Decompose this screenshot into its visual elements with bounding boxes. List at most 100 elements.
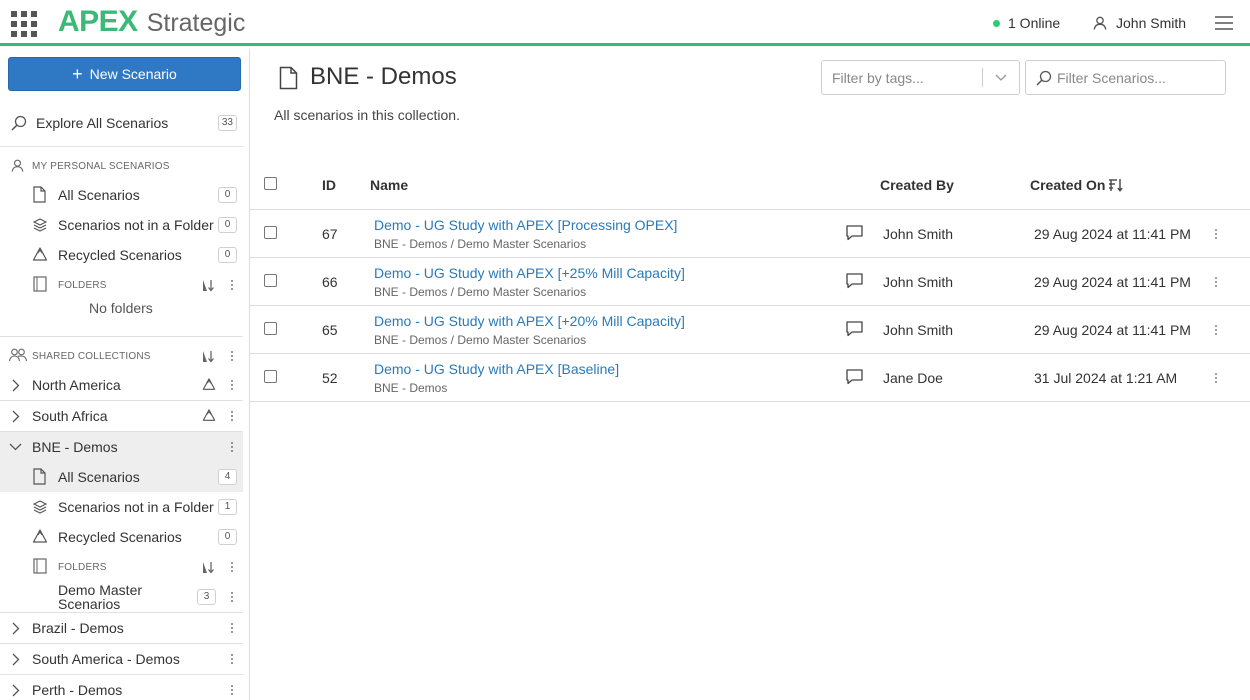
select-all-checkbox[interactable] bbox=[264, 177, 277, 190]
page-title: BNE - Demos bbox=[310, 63, 457, 90]
explore-label: Explore All Scenarios bbox=[36, 115, 169, 131]
explore-all-scenarios[interactable]: Explore All Scenarios 33 bbox=[0, 111, 243, 135]
row-menu-icon[interactable] bbox=[1213, 275, 1219, 289]
bne-recycled[interactable]: Recycled Scenarios 0 bbox=[0, 526, 243, 548]
row-checkbox[interactable] bbox=[264, 322, 277, 335]
comment-icon[interactable] bbox=[846, 369, 863, 385]
bne-all-scenarios[interactable]: All Scenarios 4 bbox=[0, 462, 243, 492]
recycle-icon bbox=[202, 378, 216, 390]
sort-icon[interactable] bbox=[201, 560, 215, 574]
comment-icon[interactable] bbox=[846, 321, 863, 337]
shared-section-header: SHARED COLLECTIONS bbox=[0, 347, 243, 365]
more-options-icon[interactable] bbox=[229, 440, 235, 454]
collection-south-africa[interactable]: South Africa bbox=[0, 405, 243, 427]
personal-recycled[interactable]: Recycled Scenarios 0 bbox=[0, 244, 243, 266]
divider bbox=[0, 146, 243, 147]
chevron-down-icon[interactable] bbox=[9, 442, 22, 451]
collection-label: Perth - Demos bbox=[32, 682, 123, 698]
explore-count: 33 bbox=[217, 115, 237, 131]
collection-south-america-demos[interactable]: South America - Demos bbox=[0, 648, 243, 670]
tag-filter-select[interactable]: Filter by tags... bbox=[821, 60, 1020, 95]
scenario-link[interactable]: Demo - UG Study with APEX [+20% Mill Cap… bbox=[374, 313, 685, 329]
chevron-right-icon[interactable] bbox=[11, 379, 20, 392]
hamburger-menu-icon[interactable] bbox=[1215, 15, 1233, 31]
more-options-icon[interactable] bbox=[229, 621, 235, 635]
personal-recycled-count: 0 bbox=[218, 247, 237, 263]
chevron-right-icon[interactable] bbox=[11, 684, 20, 697]
collection-label: South Africa bbox=[32, 408, 108, 424]
user-menu[interactable]: John Smith bbox=[1093, 15, 1186, 31]
personal-all-scenarios[interactable]: All Scenarios 0 bbox=[0, 184, 243, 206]
plus-icon: + bbox=[72, 64, 83, 84]
personal-not-in-folder[interactable]: Scenarios not in a Folder 0 bbox=[0, 214, 243, 236]
row-checkbox[interactable] bbox=[264, 370, 277, 383]
top-bar: APEX Strategic 1 Online John Smith bbox=[0, 0, 1250, 46]
bne-all-label: All Scenarios bbox=[58, 469, 140, 485]
row-created-by: John Smith bbox=[883, 274, 954, 290]
recycle-icon bbox=[32, 247, 48, 261]
more-options-icon[interactable] bbox=[229, 590, 235, 604]
column-id[interactable]: ID bbox=[322, 177, 336, 193]
row-menu-icon[interactable] bbox=[1213, 323, 1219, 337]
table-row[interactable]: 65 Demo - UG Study with APEX [+20% Mill … bbox=[250, 306, 1250, 354]
row-menu-icon[interactable] bbox=[1213, 371, 1219, 385]
online-count: 1 Online bbox=[1008, 15, 1061, 31]
sort-descending-icon[interactable] bbox=[1108, 178, 1123, 192]
brand-logo[interactable]: APEX Strategic bbox=[58, 5, 245, 41]
row-id: 67 bbox=[322, 226, 338, 242]
more-options-icon[interactable] bbox=[229, 409, 235, 423]
personal-not-in-folder-count: 0 bbox=[218, 217, 237, 233]
row-created-on: 31 Jul 2024 at 1:21 AM bbox=[1034, 370, 1178, 386]
sort-icon[interactable] bbox=[201, 278, 215, 292]
scenario-link[interactable]: Demo - UG Study with APEX [Processing OP… bbox=[374, 217, 677, 233]
table-row[interactable]: 67 Demo - UG Study with APEX [Processing… bbox=[250, 210, 1250, 258]
folder-demo-master-scenarios[interactable]: Demo Master Scenarios 3 bbox=[0, 582, 243, 612]
more-options-icon[interactable] bbox=[229, 652, 235, 666]
chevron-right-icon[interactable] bbox=[11, 622, 20, 635]
collection-brazil-demos[interactable]: Brazil - Demos bbox=[0, 617, 243, 639]
more-options-icon[interactable] bbox=[229, 278, 235, 292]
personal-heading: MY PERSONAL SCENARIOS bbox=[32, 160, 170, 172]
search-input[interactable] bbox=[1057, 69, 1217, 86]
column-name[interactable]: Name bbox=[370, 177, 408, 193]
tag-filter-placeholder: Filter by tags... bbox=[832, 69, 924, 86]
sort-icon[interactable] bbox=[201, 349, 215, 363]
new-scenario-button[interactable]: + New Scenario bbox=[8, 57, 241, 91]
scenario-link[interactable]: Demo - UG Study with APEX [+25% Mill Cap… bbox=[374, 265, 685, 281]
personal-section-header: MY PERSONAL SCENARIOS bbox=[0, 157, 243, 175]
chevron-right-icon[interactable] bbox=[11, 410, 20, 423]
more-options-icon[interactable] bbox=[229, 560, 235, 574]
row-menu-icon[interactable] bbox=[1213, 227, 1219, 241]
column-created-on[interactable]: Created On bbox=[1030, 177, 1105, 193]
collection-north-america[interactable]: North America bbox=[0, 374, 243, 396]
column-created-by[interactable]: Created By bbox=[880, 177, 954, 193]
bne-not-in-folder[interactable]: Scenarios not in a Folder 1 bbox=[0, 496, 243, 518]
scenario-link[interactable]: Demo - UG Study with APEX [Baseline] bbox=[374, 361, 619, 377]
no-folders-text: No folders bbox=[89, 300, 153, 316]
chevron-down-icon[interactable] bbox=[983, 74, 1019, 82]
chevron-right-icon[interactable] bbox=[11, 653, 20, 666]
table-row[interactable]: 52 Demo - UG Study with APEX [Baseline] … bbox=[250, 354, 1250, 402]
comment-icon[interactable] bbox=[846, 225, 863, 241]
bne-not-in-folder-label: Scenarios not in a Folder bbox=[58, 499, 214, 515]
bne-not-in-folder-count: 1 bbox=[218, 499, 237, 515]
collection-perth-demos[interactable]: Perth - Demos bbox=[0, 679, 243, 700]
scenario-path: BNE - Demos / Demo Master Scenarios bbox=[374, 285, 587, 299]
scenario-search[interactable] bbox=[1025, 60, 1226, 95]
document-icon bbox=[33, 468, 46, 485]
comment-icon[interactable] bbox=[846, 273, 863, 289]
row-created-on: 29 Aug 2024 at 11:41 PM bbox=[1034, 322, 1191, 338]
folder-count: 3 bbox=[197, 589, 216, 605]
row-checkbox[interactable] bbox=[264, 274, 277, 287]
folder-label: Demo Master Scenarios bbox=[58, 583, 142, 611]
table-row[interactable]: 66 Demo - UG Study with APEX [+25% Mill … bbox=[250, 258, 1250, 306]
collection-bne-demos[interactable]: BNE - Demos bbox=[0, 432, 243, 462]
more-options-icon[interactable] bbox=[229, 378, 235, 392]
user-icon bbox=[1093, 16, 1107, 30]
more-options-icon[interactable] bbox=[229, 349, 235, 363]
app-grid-icon[interactable] bbox=[11, 11, 37, 37]
search-icon bbox=[11, 115, 27, 131]
collection-label: BNE - Demos bbox=[32, 439, 118, 455]
row-checkbox[interactable] bbox=[264, 226, 277, 239]
more-options-icon[interactable] bbox=[229, 683, 235, 697]
